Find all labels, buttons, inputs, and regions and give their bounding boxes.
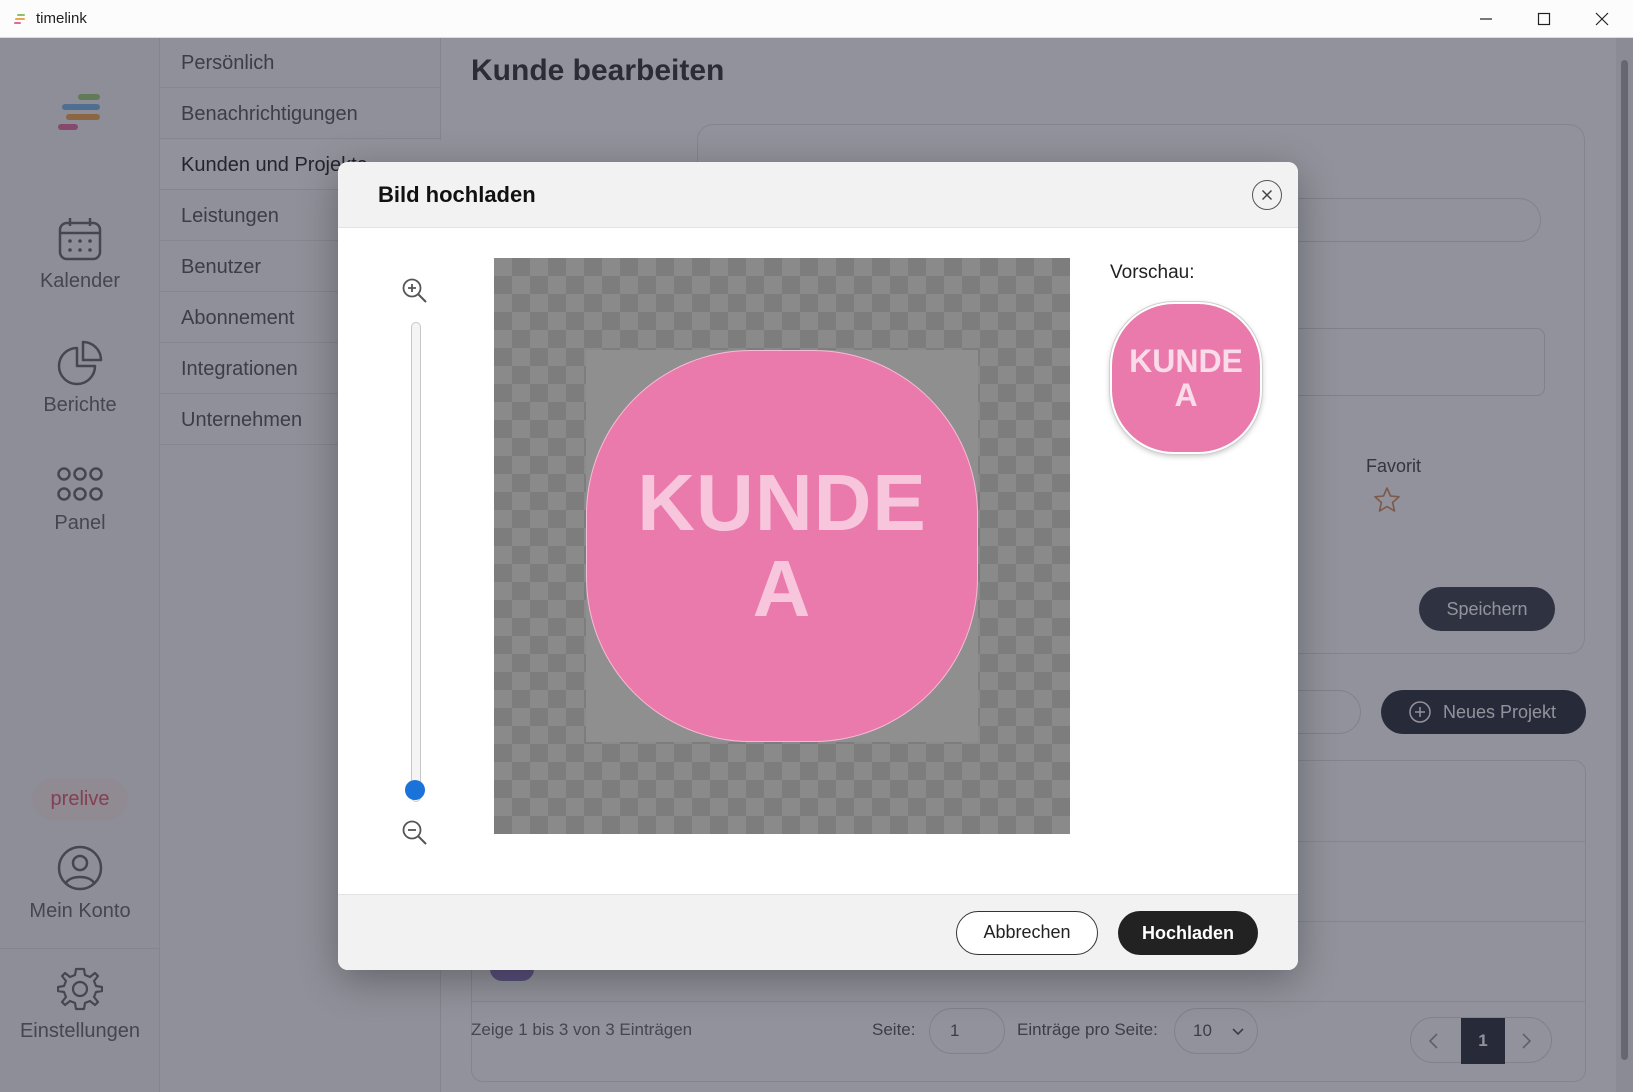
zoom-slider-track[interactable] [411,322,421,802]
crop-window[interactable]: KUNDE A [586,350,978,742]
zoom-in-icon[interactable] [401,277,429,305]
maximize-icon [1537,12,1551,26]
maximize-button[interactable] [1515,0,1573,38]
window-titlebar: timelink [0,0,1633,38]
preview-text-line1: KUNDE [1129,343,1243,379]
close-icon [1261,189,1273,201]
preview-label: Vorschau: [1110,262,1195,283]
uploaded-image: KUNDE A [586,350,978,742]
image-preview: KUNDE A [1110,302,1262,454]
image-text-line1: KUNDE [637,458,927,547]
dialog-footer: Abbrechen Hochladen [338,894,1298,970]
dialog-close-button[interactable] [1252,180,1282,210]
window-title: timelink [36,10,87,27]
zoom-slider-thumb[interactable] [405,780,425,800]
close-window-button[interactable] [1573,0,1631,38]
cancel-button[interactable]: Abbrechen [956,911,1098,955]
timelink-app-icon [14,14,25,24]
dialog-header: Bild hochladen [338,162,1298,228]
minimize-button[interactable] [1457,0,1515,38]
dialog-title: Bild hochladen [378,182,536,207]
image-text-line2: A [752,544,812,633]
close-icon [1595,12,1609,26]
image-upload-dialog: Bild hochladen KUNDE A Vorschau: KUNDE A… [338,162,1298,970]
upload-button[interactable]: Hochladen [1118,911,1258,955]
minimize-icon [1480,18,1492,20]
zoom-out-icon[interactable] [401,819,429,847]
preview-text-line2: A [1174,377,1198,413]
image-crop-area[interactable]: KUNDE A [494,258,1070,834]
